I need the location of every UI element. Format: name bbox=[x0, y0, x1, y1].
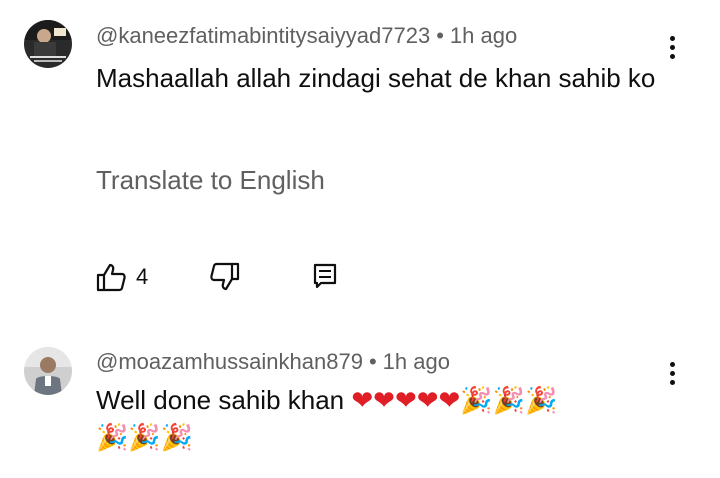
reply-button[interactable] bbox=[312, 262, 342, 292]
timestamp[interactable]: 1h ago bbox=[450, 23, 517, 48]
separator-dot: • bbox=[436, 23, 444, 48]
comment-text: Mashaallah allah zindagi sehat de khan s… bbox=[96, 63, 656, 93]
comment-meta: @moazamhussainkhan879 • 1h ago bbox=[96, 348, 450, 376]
comment-1: @kaneezfatimabintitysaiyyad7723 • 1h ago M… bbox=[0, 0, 720, 330]
avatar[interactable] bbox=[24, 20, 72, 68]
profile-photo-icon bbox=[24, 20, 72, 68]
comment-2: @moazamhussainkhan879 • 1h ago Well done s… bbox=[0, 330, 720, 478]
reply-comment-icon bbox=[313, 263, 337, 289]
dot-icon bbox=[669, 371, 675, 376]
username[interactable]: @kaneezfatimabintitysaiyyad7723 bbox=[96, 23, 430, 48]
username[interactable]: @moazamhussainkhan879 bbox=[96, 349, 363, 374]
party-popper-emoji-icon: 🎉🎉🎉 bbox=[460, 386, 558, 416]
like-count: 4 bbox=[136, 264, 149, 289]
heart-emoji-icon: ❤❤❤❤❤ bbox=[351, 385, 461, 415]
separator-dot: • bbox=[368, 349, 377, 374]
more-options-button[interactable] bbox=[662, 33, 682, 63]
comment-actions: 4 bbox=[96, 262, 356, 292]
dot-icon bbox=[669, 45, 675, 50]
comment-text-main: Well done sahib khan bbox=[96, 385, 345, 415]
dislike-button[interactable] bbox=[208, 262, 242, 292]
avatar[interactable] bbox=[24, 347, 72, 395]
comment-text: Well done sahib khan ❤❤❤❤❤🎉🎉🎉 🎉🎉🎉 bbox=[96, 382, 676, 456]
dot-icon bbox=[669, 362, 675, 367]
timestamp[interactable]: 1h ago bbox=[383, 349, 450, 374]
thumbs-down-icon bbox=[210, 262, 240, 291]
thumbs-up-icon bbox=[96, 263, 126, 292]
translate-button[interactable]: Translate to English bbox=[96, 162, 325, 198]
dot-icon bbox=[669, 54, 675, 59]
like-button[interactable]: 4 bbox=[96, 262, 166, 292]
party-popper-emoji-icon: 🎉🎉🎉 bbox=[96, 423, 194, 453]
dot-icon bbox=[669, 36, 675, 41]
profile-photo-icon bbox=[24, 347, 72, 395]
comment-meta: @kaneezfatimabintitysaiyyad7723 • 1h ago bbox=[96, 22, 517, 50]
